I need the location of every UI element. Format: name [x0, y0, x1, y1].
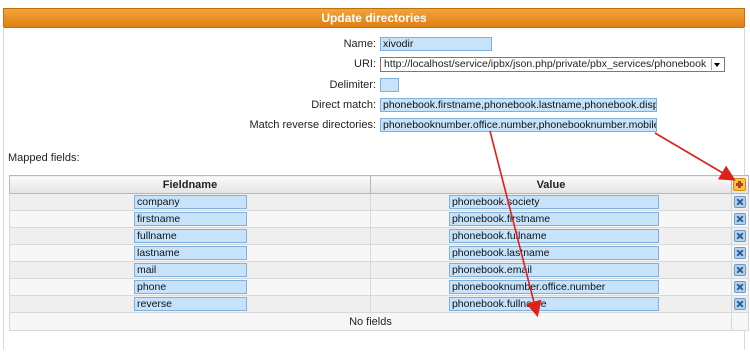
- chevron-down-icon[interactable]: [711, 59, 723, 70]
- delete-icon[interactable]: [733, 247, 746, 260]
- value-input[interactable]: phonebooknumber.office.number: [448, 280, 659, 294]
- table-row: lastname phonebook.lastname: [9, 244, 750, 262]
- fieldname-column-header: Fieldname: [9, 175, 371, 194]
- fieldname-input[interactable]: company: [134, 195, 247, 209]
- table-row: firstname phonebook.firstname: [9, 210, 750, 228]
- value-input[interactable]: phonebook.firstname: [448, 212, 659, 226]
- fieldname-input[interactable]: fullname: [134, 229, 247, 243]
- delete-icon[interactable]: [733, 264, 746, 277]
- value-input[interactable]: phonebook.society: [448, 195, 659, 209]
- uri-select-value: http://localhost/service/ipbx/json.php/p…: [384, 58, 707, 70]
- table-row: mail phonebook.email: [9, 261, 750, 279]
- delete-icon[interactable]: [733, 213, 746, 226]
- add-column: [730, 175, 750, 194]
- match-reverse-row: Match reverse directories: phonebooknumb…: [0, 118, 750, 134]
- add-icon[interactable]: [733, 178, 747, 191]
- fieldname-input[interactable]: reverse: [134, 297, 247, 311]
- value-column-header: Value: [369, 175, 732, 194]
- delete-icon[interactable]: [733, 281, 746, 294]
- section-header: Update directories: [3, 8, 745, 28]
- delete-icon[interactable]: [733, 230, 746, 243]
- no-fields-text: No fields: [9, 312, 732, 331]
- fieldname-input[interactable]: phone: [134, 280, 247, 294]
- direct-match-row: Direct match: phonebook.firstname,phoneb…: [0, 98, 750, 114]
- mapped-fields-label: Mapped fields:: [8, 152, 80, 164]
- value-input[interactable]: phonebook.lastname: [448, 246, 659, 260]
- value-input[interactable]: phonebook.fullname: [448, 297, 659, 311]
- delimiter-label: Delimiter:: [329, 79, 376, 91]
- table-row: company phonebook.society: [9, 193, 750, 211]
- fieldname-input[interactable]: firstname: [134, 212, 247, 226]
- table-row: fullname phonebook.fullname: [9, 227, 750, 245]
- name-label: Name:: [343, 38, 376, 50]
- fieldname-input[interactable]: lastname: [134, 246, 247, 260]
- match-reverse-label: Match reverse directories:: [249, 119, 376, 131]
- table-row: reverse phonebook.fullname: [9, 295, 750, 313]
- empty-row: No fields: [9, 312, 750, 331]
- table-row: phone phonebooknumber.office.number: [9, 278, 750, 296]
- direct-match-field[interactable]: phonebook.firstname,phonebook.lastname,p…: [380, 98, 657, 112]
- value-input[interactable]: phonebook.email: [448, 263, 659, 277]
- match-reverse-field[interactable]: phonebooknumber.office.number,phonebookn…: [380, 118, 657, 132]
- table-header-row: Fieldname Value: [9, 175, 750, 194]
- uri-label: URI:: [354, 58, 376, 70]
- delete-icon[interactable]: [733, 196, 746, 209]
- name-field[interactable]: xivodir: [380, 37, 492, 51]
- uri-select[interactable]: http://localhost/service/ipbx/json.php/p…: [380, 57, 725, 72]
- uri-row: URI: http://localhost/service/ipbx/json.…: [0, 57, 750, 73]
- name-row: Name: xivodir: [0, 37, 750, 53]
- value-input[interactable]: phonebook.fullname: [448, 229, 659, 243]
- fieldname-input[interactable]: mail: [134, 263, 247, 277]
- direct-match-label: Direct match:: [311, 99, 376, 111]
- mapped-fields-table: Fieldname Value company phonebook.societ…: [9, 175, 750, 331]
- delimiter-row: Delimiter:: [0, 78, 750, 94]
- delimiter-field[interactable]: [380, 78, 399, 92]
- delete-icon[interactable]: [733, 298, 746, 311]
